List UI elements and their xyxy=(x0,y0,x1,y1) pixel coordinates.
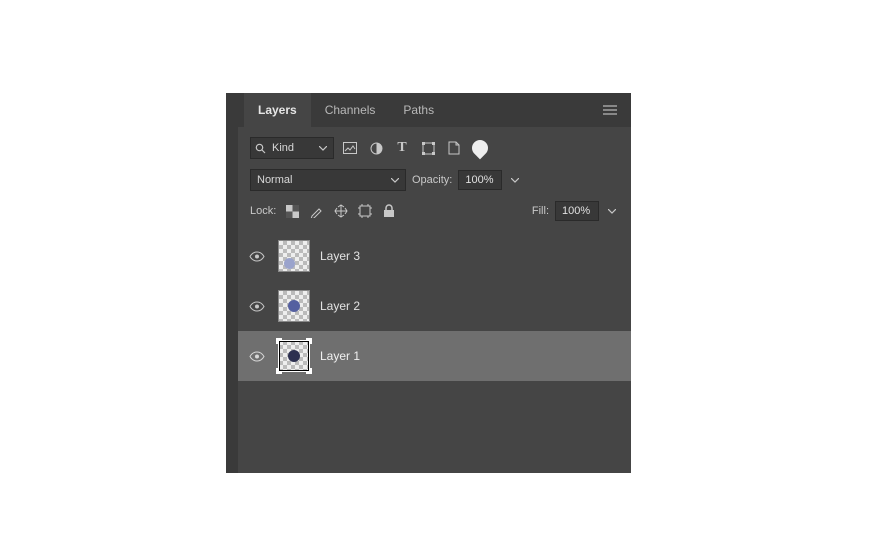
kind-filter-label: Kind xyxy=(272,142,294,154)
fill-label: Fill: xyxy=(532,205,549,217)
layer-row[interactable]: Layer 2 xyxy=(238,281,631,331)
shape-layer-filter-icon[interactable] xyxy=(420,140,436,156)
layer-row[interactable]: Layer 1 xyxy=(238,331,631,381)
chevron-down-icon xyxy=(391,178,399,183)
lock-row: Lock: Fill: 100% xyxy=(238,197,631,231)
opacity-label: Opacity: xyxy=(412,174,452,186)
lock-position-icon[interactable] xyxy=(333,204,348,219)
tab-layers[interactable]: Layers xyxy=(244,93,311,127)
opacity-value: 100% xyxy=(465,174,493,186)
filter-type-icons: T xyxy=(342,140,488,156)
layer-name-label[interactable]: Layer 1 xyxy=(320,349,360,363)
search-icon xyxy=(255,143,266,154)
fill-stepper[interactable] xyxy=(605,209,619,214)
chevron-down-icon xyxy=(319,146,327,151)
lock-all-icon[interactable] xyxy=(381,204,396,219)
lock-label: Lock: xyxy=(250,205,276,217)
visibility-toggle-icon[interactable] xyxy=(246,295,268,317)
blend-row: Normal Opacity: 100% xyxy=(238,165,631,197)
blend-mode-select[interactable]: Normal xyxy=(250,169,406,191)
layer-thumbnail[interactable] xyxy=(278,240,310,272)
opacity-stepper[interactable] xyxy=(508,178,522,183)
layers-list: Layer 3 Layer 2 Layer 1 xyxy=(238,231,631,473)
lock-transparency-icon[interactable] xyxy=(285,204,300,219)
filter-row: Kind T xyxy=(238,127,631,165)
fill-value: 100% xyxy=(562,205,590,217)
opacity-input[interactable]: 100% xyxy=(458,170,502,190)
type-layer-filter-icon[interactable]: T xyxy=(394,140,410,156)
panel-body: Layers Channels Paths Kind xyxy=(238,93,631,473)
panel-menu-icon[interactable] xyxy=(595,105,625,115)
layer-name-label[interactable]: Layer 2 xyxy=(320,299,360,313)
kind-filter-select[interactable]: Kind xyxy=(250,137,334,159)
lock-artboard-icon[interactable] xyxy=(357,204,372,219)
layer-thumbnail[interactable] xyxy=(278,290,310,322)
tab-channels[interactable]: Channels xyxy=(311,93,390,127)
filter-toggle-icon[interactable] xyxy=(472,140,488,156)
tab-paths[interactable]: Paths xyxy=(389,93,448,127)
layer-thumbnail[interactable] xyxy=(278,340,310,372)
pixel-layer-filter-icon[interactable] xyxy=(342,140,358,156)
visibility-toggle-icon[interactable] xyxy=(246,245,268,267)
visibility-toggle-icon[interactable] xyxy=(246,345,268,367)
layer-name-label[interactable]: Layer 3 xyxy=(320,249,360,263)
layer-row[interactable]: Layer 3 xyxy=(238,231,631,281)
lock-pixels-icon[interactable] xyxy=(309,204,324,219)
panel-dock-strip xyxy=(226,93,238,473)
layers-panel: Layers Channels Paths Kind xyxy=(226,93,631,473)
panel-tabs: Layers Channels Paths xyxy=(238,93,631,127)
blend-mode-value: Normal xyxy=(257,174,292,186)
fill-input[interactable]: 100% xyxy=(555,201,599,221)
smart-object-filter-icon[interactable] xyxy=(446,140,462,156)
adjustment-layer-filter-icon[interactable] xyxy=(368,140,384,156)
